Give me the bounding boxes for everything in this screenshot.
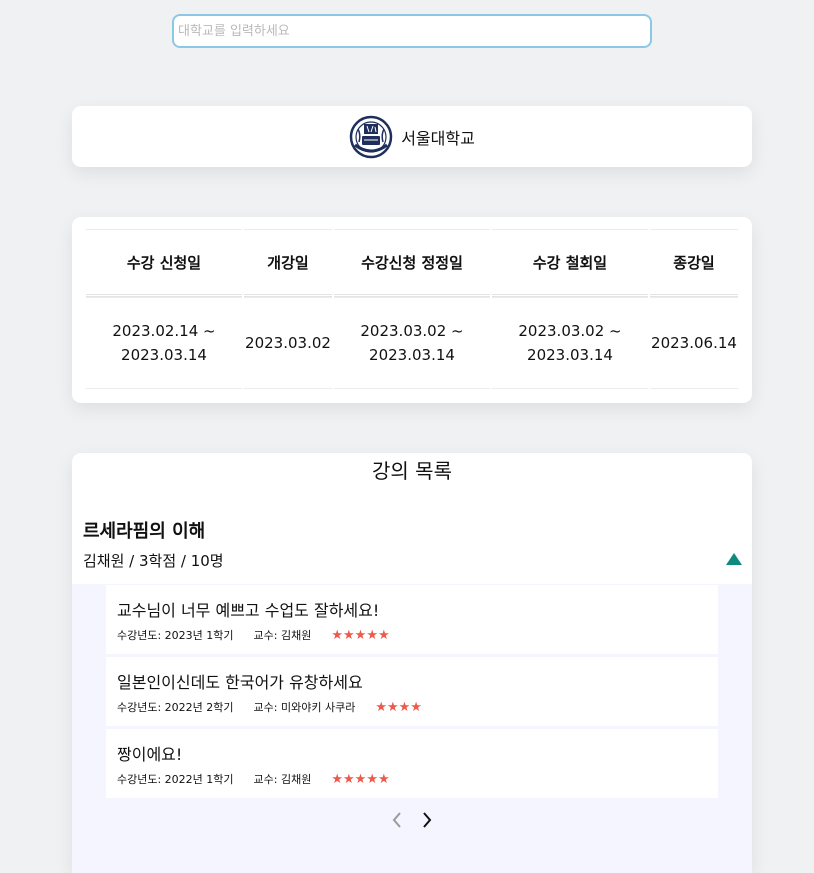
star-rating-icon: ★★★★	[375, 699, 422, 715]
next-page-button[interactable]	[421, 811, 433, 829]
course-list-card: 강의 목록 르세라핌의 이해 김채원 / 3학점 / 10명 교수님이 너무 예…	[72, 453, 752, 873]
university-search-input[interactable]	[172, 14, 652, 48]
previous-page-button[interactable]	[391, 811, 403, 829]
triangle-up-icon	[726, 553, 742, 565]
chevron-left-icon	[392, 812, 401, 828]
review-item: 일본인이신데도 한국어가 유창하세요 수강년도: 2022년 2학기 교수: 미…	[106, 657, 718, 726]
schedule-header-row: 수강 신청일 개강일 수강신청 정정일 수강 철회일 종강일	[86, 229, 738, 297]
review-meta: 수강년도: 2022년 1학기 교수: 김채원 ★★★★★	[117, 771, 390, 787]
chevron-right-icon	[423, 812, 432, 828]
review-year: 수강년도: 2023년 1학기	[117, 629, 234, 642]
university-card[interactable]: 서울대학교	[72, 106, 752, 167]
header-semester-end: 종강일	[650, 229, 738, 297]
collapse-reviews-button[interactable]	[725, 551, 743, 567]
university-name: 서울대학교	[401, 128, 475, 148]
course-list-title: 강의 목록	[372, 459, 452, 483]
cell-semester-start: 2023.03.02	[244, 297, 332, 389]
course-meta: 김채원 / 3학점 / 10명	[83, 552, 224, 570]
cell-registration: 2023.02.14 ~2023.03.14	[86, 297, 242, 389]
review-text: 짱이에요!	[117, 745, 183, 764]
schedule-card: 수강 신청일 개강일 수강신청 정정일 수강 철회일 종강일 2023.02.1…	[72, 217, 752, 403]
course-name[interactable]: 르세라핌의 이해	[83, 517, 205, 543]
review-meta: 수강년도: 2023년 1학기 교수: 김채원 ★★★★★	[117, 627, 390, 643]
snu-emblem-icon	[349, 115, 393, 158]
schedule-date-row: 2023.02.14 ~2023.03.14 2023.03.02 2023.0…	[86, 297, 738, 389]
search-bar	[172, 14, 652, 48]
review-text: 일본인이신데도 한국어가 유창하세요	[117, 673, 363, 692]
review-text: 교수님이 너무 예쁘고 수업도 잘하세요!	[117, 601, 380, 620]
review-item: 짱이에요! 수강년도: 2022년 1학기 교수: 김채원 ★★★★★	[106, 729, 718, 798]
schedule-table: 수강 신청일 개강일 수강신청 정정일 수강 철회일 종강일 2023.02.1…	[84, 229, 740, 389]
header-registration: 수강 신청일	[86, 229, 242, 297]
review-professor: 교수: 김채원	[253, 773, 312, 786]
review-list: 교수님이 너무 예쁘고 수업도 잘하세요! 수강년도: 2023년 1학기 교수…	[72, 584, 752, 873]
header-correction: 수강신청 정정일	[334, 229, 490, 297]
review-year: 수강년도: 2022년 2학기	[117, 701, 234, 714]
review-item: 교수님이 너무 예쁘고 수업도 잘하세요! 수강년도: 2023년 1학기 교수…	[106, 585, 718, 654]
review-meta: 수강년도: 2022년 2학기 교수: 미와야키 사쿠라 ★★★★	[117, 699, 422, 715]
review-year: 수강년도: 2022년 1학기	[117, 773, 234, 786]
cell-correction: 2023.03.02 ~2023.03.14	[334, 297, 490, 389]
star-rating-icon: ★★★★★	[331, 771, 390, 787]
header-semester-start: 개강일	[244, 229, 332, 297]
header-withdrawal: 수강 철회일	[492, 229, 648, 297]
review-pager	[72, 811, 752, 829]
review-professor: 교수: 미와야키 사쿠라	[253, 701, 356, 714]
cell-semester-end: 2023.06.14	[650, 297, 738, 389]
star-rating-icon: ★★★★★	[331, 627, 390, 643]
review-professor: 교수: 김채원	[253, 629, 312, 642]
cell-withdrawal: 2023.03.02 ~2023.03.14	[492, 297, 648, 389]
